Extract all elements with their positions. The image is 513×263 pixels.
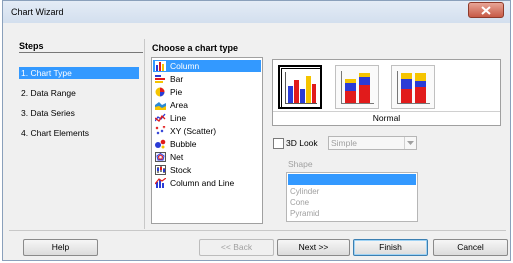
next-button[interactable]: Next >> — [277, 239, 350, 256]
shape-option-cylinder[interactable]: Cylinder — [288, 186, 416, 197]
step-chart-type[interactable]: 1. Chart Type — [19, 67, 139, 79]
bubble-chart-icon — [155, 139, 166, 149]
chevron-down-icon — [407, 141, 414, 145]
3d-look-scheme-value: Simple — [331, 138, 357, 148]
stacked-column-icon — [341, 71, 374, 104]
variant-normal[interactable] — [278, 65, 322, 109]
chart-type-pie[interactable]: Pie — [153, 86, 261, 98]
percent-stacked-column-icon — [397, 71, 430, 104]
bar-chart-icon — [155, 75, 165, 83]
back-button[interactable]: << Back — [199, 239, 274, 256]
step-data-series[interactable]: 3. Data Series — [19, 107, 139, 119]
help-button-label: Help — [51, 242, 70, 252]
button-separator — [9, 230, 506, 231]
line-chart-icon — [155, 113, 166, 122]
chart-type-bubble[interactable]: Bubble — [153, 138, 261, 150]
chooser-heading: Choose a chart type — [152, 43, 239, 53]
finish-button[interactable]: Finish — [353, 239, 428, 256]
chart-type-xy-scatter[interactable]: XY (Scatter) — [153, 125, 261, 137]
step-data-range[interactable]: 2. Data Range — [19, 87, 139, 99]
chart-type-column[interactable]: Column — [153, 60, 261, 72]
chart-type-column-and-line[interactable]: Column and Line — [153, 177, 261, 189]
3d-look-text: 3D Look — [286, 138, 318, 148]
chart-type-line[interactable]: Line — [153, 112, 261, 124]
column-chart-icon — [155, 61, 166, 71]
chart-type-net[interactable]: Net — [153, 151, 261, 163]
step-chart-elements[interactable]: 4. Chart Elements — [19, 127, 139, 139]
shape-list[interactable]: Cylinder Cone Pyramid — [286, 172, 418, 222]
column-line-chart-icon — [155, 178, 166, 188]
help-button[interactable]: Help — [23, 239, 98, 256]
shape-option-box[interactable] — [288, 174, 416, 185]
net-chart-icon — [155, 152, 166, 162]
next-button-label: Next >> — [298, 242, 329, 252]
window-title: Chart Wizard — [11, 7, 64, 17]
variant-stacked[interactable] — [335, 65, 379, 109]
title-bar[interactable]: Chart Wizard — [3, 1, 510, 23]
normal-column-icon — [285, 72, 317, 104]
shape-option-pyramid[interactable]: Pyramid — [288, 208, 416, 219]
chart-type-stock[interactable]: Stock — [153, 164, 261, 176]
variant-percent-stacked[interactable] — [391, 65, 435, 109]
shape-option-cone[interactable]: Cone — [288, 197, 416, 208]
chart-wizard-dialog: Chart Wizard Steps 1. Chart Type 2. Data… — [2, 0, 511, 261]
steps-separator — [144, 39, 145, 229]
cancel-button-label: Cancel — [457, 242, 484, 252]
3d-look-checkbox[interactable] — [273, 138, 284, 149]
back-button-label: << Back — [220, 242, 253, 252]
variant-label: Normal — [372, 113, 401, 123]
scatter-chart-icon — [155, 126, 166, 135]
chart-type-area[interactable]: Area — [153, 99, 261, 111]
chart-type-list[interactable]: Column Bar Pie Area Line XY (Scatter) Bu… — [151, 57, 263, 224]
3d-look-label: 3D Look — [286, 138, 318, 148]
chart-type-bar[interactable]: Bar — [153, 73, 261, 85]
variant-divider — [273, 111, 500, 112]
3d-look-scheme-select[interactable]: Simple — [328, 136, 417, 150]
stock-chart-icon — [155, 165, 166, 175]
cancel-button[interactable]: Cancel — [433, 239, 508, 256]
pie-chart-icon — [155, 87, 165, 97]
chart-variant-panel: Normal — [272, 59, 501, 126]
close-button[interactable] — [468, 2, 504, 18]
steps-divider — [19, 52, 143, 53]
shape-label: Shape — [288, 159, 313, 169]
area-chart-icon — [155, 102, 166, 110]
finish-button-label: Finish — [379, 242, 402, 252]
steps-heading: Steps — [19, 41, 44, 51]
close-icon — [481, 6, 491, 15]
dropdown-arrow[interactable] — [404, 137, 416, 149]
variant-normal-frame — [281, 68, 321, 108]
